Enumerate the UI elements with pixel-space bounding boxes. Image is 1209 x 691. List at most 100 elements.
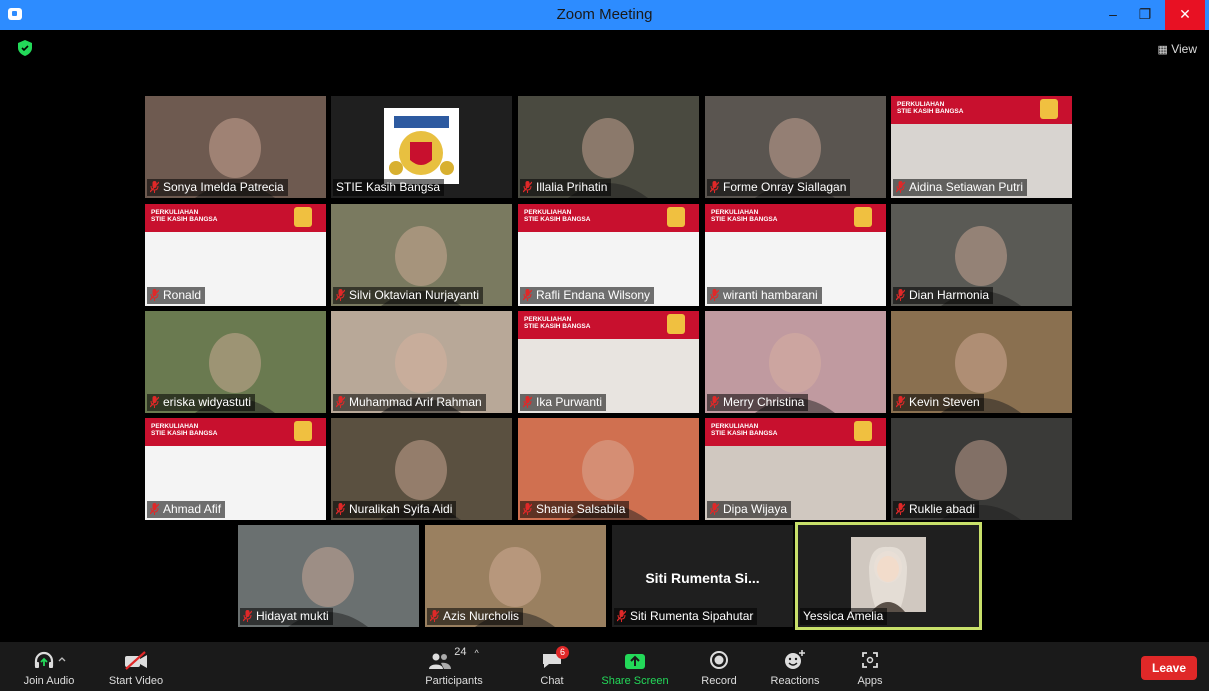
security-shield-icon[interactable]	[18, 40, 32, 56]
participant-name-label: Yessica Amelia	[800, 608, 888, 625]
participant-tile[interactable]: PERKULIAHAN STIE KASIH BANGSA Dipa Wijaya	[705, 418, 886, 520]
banner-title: PERKULIAHAN STIE KASIH BANGSA	[151, 209, 218, 223]
muted-mic-icon	[710, 396, 719, 408]
participant-tile[interactable]: Ruklie abadi	[891, 418, 1072, 520]
muted-mic-icon	[710, 503, 719, 515]
participant-name: Siti Rumenta Sipahutar	[630, 609, 754, 623]
chat-badge: 6	[556, 646, 569, 659]
participant-tile[interactable]: Shania Salsabila	[518, 418, 699, 520]
muted-mic-icon	[150, 396, 159, 408]
banner-title: PERKULIAHAN STIE KASIH BANGSA	[524, 209, 591, 223]
participant-tile[interactable]: Yessica Amelia	[795, 522, 982, 630]
muted-mic-icon	[336, 396, 345, 408]
college-crest-icon	[667, 207, 685, 227]
participants-button[interactable]: 24 ^ Participants	[418, 642, 490, 691]
leave-button[interactable]: Leave	[1141, 656, 1197, 680]
participant-name-label: Forme Onray Siallagan	[707, 179, 851, 196]
participant-name: Illalia Prihatin	[536, 180, 608, 194]
participant-name-label: Ronald	[147, 287, 206, 304]
participant-tile[interactable]: Silvi Oktavian Nurjayanti	[331, 204, 512, 306]
start-video-button[interactable]: Start Video	[100, 642, 172, 691]
participant-tile[interactable]: PERKULIAHAN STIE KASIH BANGSA Ahmad Afif	[145, 418, 326, 520]
participant-name-label: Illalia Prihatin	[520, 179, 612, 196]
participant-name: Ruklie abadi	[909, 502, 976, 516]
muted-mic-icon	[710, 289, 719, 301]
record-label: Record	[701, 675, 737, 687]
chat-button[interactable]: 6 Chat	[532, 642, 572, 691]
participant-tile[interactable]: PERKULIAHAN STIE KASIH BANGSA wiranti hamb…	[705, 204, 886, 306]
participant-tile[interactable]: PERKULIAHAN STIE KASIH BANGSA Rafli Endana…	[518, 204, 699, 306]
participant-tile[interactable]: PERKULIAHAN STIE KASIH BANGSA Aidina Setia…	[891, 96, 1072, 198]
join-audio-button[interactable]: Join Audio	[14, 642, 84, 691]
participant-name-label: Ahmad Afif	[147, 501, 226, 518]
participant-name: Aidina Setiawan Putri	[909, 180, 1024, 194]
muted-mic-icon	[617, 610, 626, 622]
muted-mic-icon	[523, 503, 532, 515]
view-button[interactable]: ▦ View	[1157, 42, 1197, 56]
participant-name-label: Ika Purwanti	[520, 394, 607, 411]
reactions-button[interactable]: Reactions	[766, 642, 824, 691]
participant-tile[interactable]: Dian Harmonia	[891, 204, 1072, 306]
headphones-icon	[34, 651, 66, 668]
muted-mic-icon	[523, 396, 532, 408]
banner-title: PERKULIAHAN STIE KASIH BANGSA	[524, 316, 591, 330]
participant-tile[interactable]: Sonya Imelda Patrecia	[145, 96, 326, 198]
minimize-button[interactable]: –	[1097, 0, 1129, 30]
participant-name: Nuralikah Syifa Aidi	[349, 502, 453, 516]
participant-name: Rafli Endana Wilsony	[536, 288, 651, 302]
participant-name-label: STIE Kasih Bangsa	[333, 179, 445, 196]
class-banner: PERKULIAHAN STIE KASIH BANGSA	[705, 204, 886, 232]
apps-icon	[862, 652, 878, 668]
apps-button[interactable]: Apps	[850, 642, 890, 691]
join-audio-label: Join Audio	[23, 675, 75, 687]
class-banner: PERKULIAHAN STIE KASIH BANGSA	[705, 418, 886, 446]
participant-tile[interactable]: eriska widyastuti	[145, 311, 326, 413]
participant-video	[384, 108, 459, 184]
participant-name-label: Siti Rumenta Sipahutar	[614, 608, 758, 625]
college-crest-icon	[667, 314, 685, 334]
muted-mic-icon	[150, 289, 159, 301]
muted-mic-icon	[896, 289, 905, 301]
participant-name: Dian Harmonia	[909, 288, 990, 302]
participant-tile[interactable]: Azis Nurcholis	[425, 525, 606, 627]
participant-tile[interactable]: Kevin Steven	[891, 311, 1072, 413]
participant-name-label: Silvi Oktavian Nurjayanti	[333, 287, 484, 304]
participant-name-label: Hidayat mukti	[240, 608, 333, 625]
restore-button[interactable]: ❐	[1129, 0, 1161, 30]
window-title: Zoom Meeting	[556, 6, 653, 23]
title-bar: Zoom Meeting – ❐ ✕	[0, 0, 1209, 30]
start-video-label: Start Video	[108, 675, 164, 687]
close-button[interactable]: ✕	[1165, 0, 1205, 30]
college-crest-icon	[294, 207, 312, 227]
participant-name-label: Merry Christina	[707, 394, 809, 411]
participant-tile[interactable]: PERKULIAHAN STIE KASIH BANGSA Ika Purwanti	[518, 311, 699, 413]
muted-mic-icon	[896, 503, 905, 515]
participant-name: Merry Christina	[723, 395, 805, 409]
record-button[interactable]: Record	[696, 642, 742, 691]
participant-tile[interactable]: Merry Christina	[705, 311, 886, 413]
share-screen-button[interactable]: Share Screen	[598, 642, 672, 691]
participant-tile[interactable]: Siti Rumenta Si... Siti Rumenta Sipahutar	[612, 525, 793, 627]
reactions-icon	[785, 650, 805, 669]
participant-tile[interactable]: Muhammad Arif Rahman	[331, 311, 512, 413]
participant-name-label: Ruklie abadi	[893, 501, 980, 518]
participant-name: STIE Kasih Bangsa	[336, 180, 441, 194]
participant-name-label: eriska widyastuti	[147, 394, 256, 411]
class-banner: PERKULIAHAN STIE KASIH BANGSA	[145, 204, 326, 232]
participant-tile[interactable]: STIE Kasih Bangsa	[331, 96, 512, 198]
participant-tile[interactable]: Illalia Prihatin	[518, 96, 699, 198]
muted-mic-icon	[243, 610, 252, 622]
banner-title: PERKULIAHAN STIE KASIH BANGSA	[711, 209, 778, 223]
chevron-up-icon[interactable]: ^	[475, 648, 479, 658]
participant-tile[interactable]: Nuralikah Syifa Aidi	[331, 418, 512, 520]
participant-name: Dipa Wijaya	[723, 502, 788, 516]
participant-name: Silvi Oktavian Nurjayanti	[349, 288, 480, 302]
muted-mic-icon	[523, 181, 532, 193]
participant-name-label: Shania Salsabila	[520, 501, 630, 518]
participant-name-label: Dipa Wijaya	[707, 501, 792, 518]
participant-tile[interactable]: PERKULIAHAN STIE KASIH BANGSA Ronald	[145, 204, 326, 306]
apps-label: Apps	[857, 675, 883, 687]
participant-tile[interactable]: Hidayat mukti	[238, 525, 419, 627]
participant-tile[interactable]: Forme Onray Siallagan	[705, 96, 886, 198]
college-crest-icon	[294, 421, 312, 441]
